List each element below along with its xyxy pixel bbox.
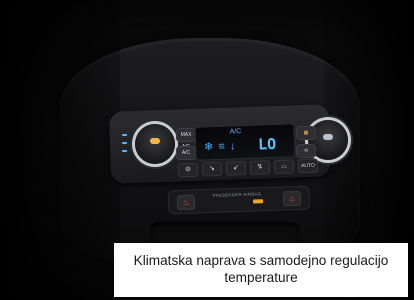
auto-button: AUTO bbox=[297, 158, 319, 174]
max-ac-button: MAX A/C bbox=[176, 128, 196, 150]
face-vent-icon: ↘ bbox=[201, 161, 223, 177]
display-temperature: LO bbox=[257, 134, 277, 154]
passenger-airbag-label: PASSENGER AIRBAG bbox=[212, 191, 262, 198]
seat-heat-strip: ♨ PASSENGER AIRBAG ♨ bbox=[167, 185, 311, 215]
caption-line-1: Klimatska naprava s samodejno regulacijo bbox=[133, 253, 389, 268]
caption-box: Klimatska naprava s samodejno regulacijo… bbox=[114, 243, 408, 297]
defrost-feet-icon: ↯ bbox=[249, 160, 271, 175]
knob-marker bbox=[323, 134, 333, 140]
display-ac-label: A/C bbox=[229, 128, 242, 136]
knob-marker bbox=[150, 138, 160, 144]
caption-line-2: temperature bbox=[224, 270, 298, 285]
left-seat-heat-icon: ♨ bbox=[176, 194, 196, 211]
fan-speed-knob bbox=[135, 124, 175, 164]
feet-vent-icon: ↙ bbox=[225, 161, 247, 176]
right-seat-heat-icon: ♨ bbox=[282, 190, 302, 207]
windshield-icon: ⌓ bbox=[273, 159, 295, 175]
fan-led bbox=[122, 142, 127, 144]
fan-off-icon: ⊘ bbox=[177, 162, 199, 178]
climate-display: A/C ❄ ≡ ↓ LO bbox=[194, 123, 296, 161]
airbag-indicator bbox=[252, 199, 264, 204]
airflow-icons: ❄ ≡ ↓ bbox=[203, 140, 237, 154]
ac-button: A/C bbox=[176, 146, 196, 160]
rear-defrost-button: ▦ bbox=[296, 126, 316, 140]
fan-led bbox=[122, 150, 127, 152]
fan-led bbox=[122, 134, 127, 136]
recirculation-button: ⟲ bbox=[296, 144, 316, 158]
shadow-left bbox=[0, 0, 120, 300]
